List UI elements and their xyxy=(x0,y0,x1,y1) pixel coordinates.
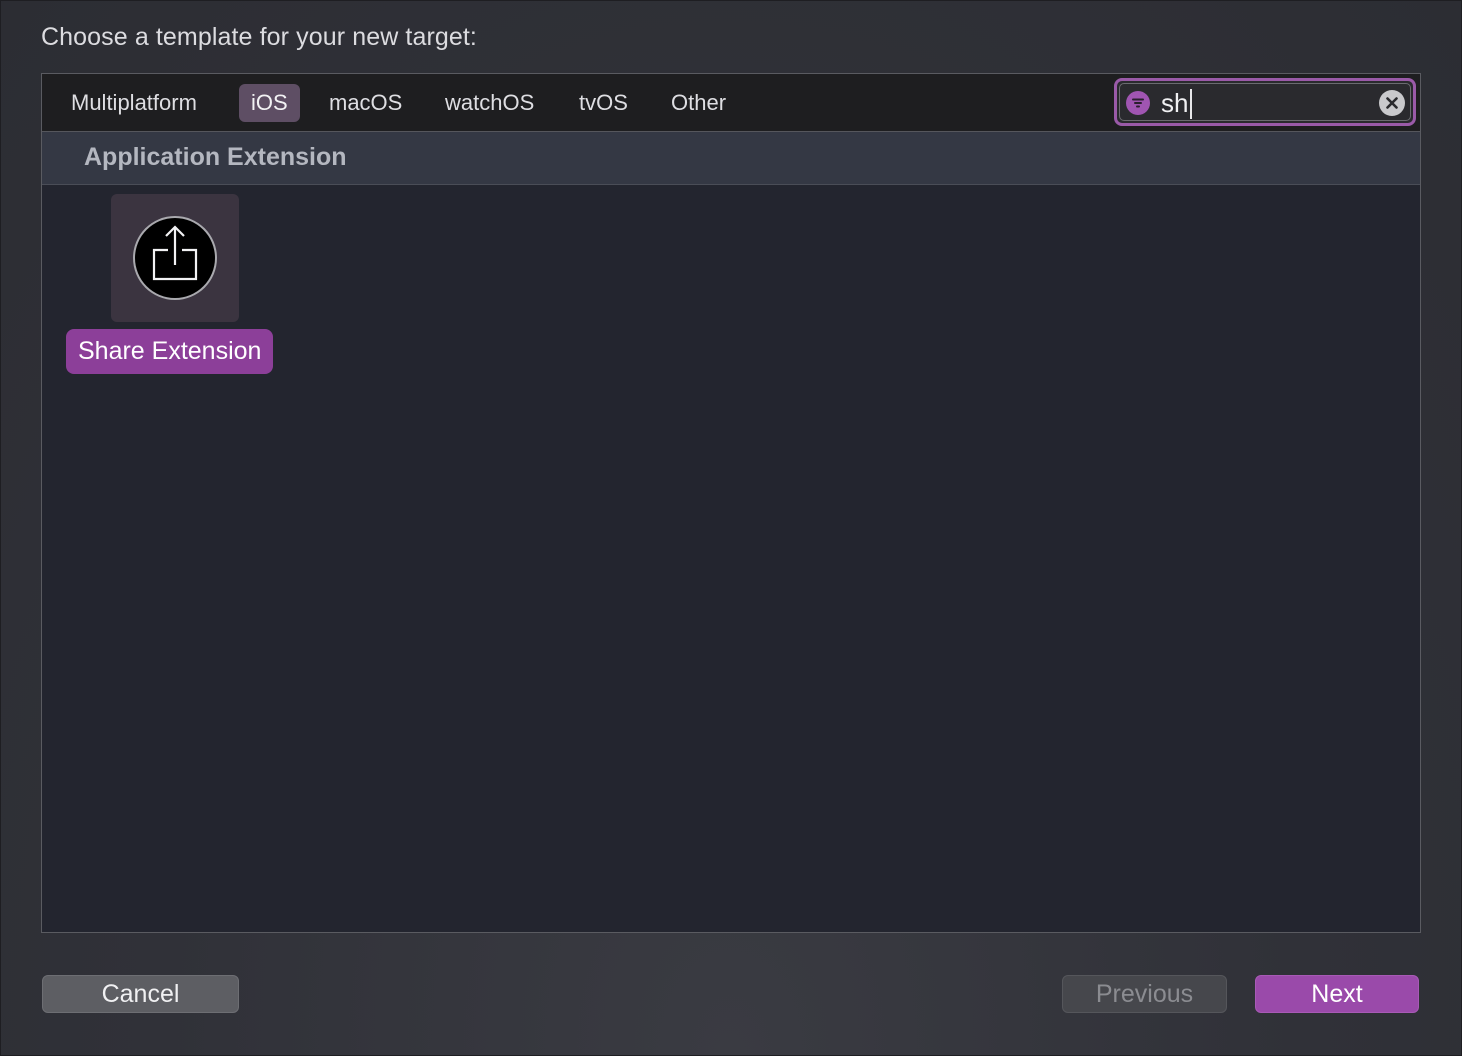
cancel-button[interactable]: Cancel xyxy=(42,975,239,1013)
template-chooser: Multiplatform iOS macOS watchOS tvOS Oth… xyxy=(41,73,1421,933)
tab-ios[interactable]: iOS xyxy=(239,84,300,122)
template-label[interactable]: Share Extension xyxy=(66,329,274,374)
tab-other[interactable]: Other xyxy=(659,84,738,122)
filter-icon[interactable] xyxy=(1126,91,1150,115)
tab-macos[interactable]: macOS xyxy=(317,84,414,122)
next-button[interactable]: Next xyxy=(1255,975,1419,1013)
search-field[interactable]: sh xyxy=(1114,78,1416,126)
dialog-prompt: Choose a template for your new target: xyxy=(41,23,477,51)
share-icon xyxy=(133,216,217,300)
section-header: Application Extension xyxy=(42,132,1420,185)
tab-multiplatform[interactable]: Multiplatform xyxy=(59,84,209,122)
clear-icon[interactable] xyxy=(1379,90,1405,116)
search-input[interactable]: sh xyxy=(1161,87,1188,119)
tab-watchos[interactable]: watchOS xyxy=(433,84,546,122)
text-caret xyxy=(1190,89,1192,119)
previous-button[interactable]: Previous xyxy=(1062,975,1227,1013)
template-chooser-sheet: Choose a template for your new target: M… xyxy=(0,0,1462,1056)
platform-tab-bar: Multiplatform iOS macOS watchOS tvOS Oth… xyxy=(42,74,1420,132)
section-title: Application Extension xyxy=(84,143,347,171)
template-item-share-extension[interactable] xyxy=(111,194,239,322)
tab-tvos[interactable]: tvOS xyxy=(567,84,640,122)
